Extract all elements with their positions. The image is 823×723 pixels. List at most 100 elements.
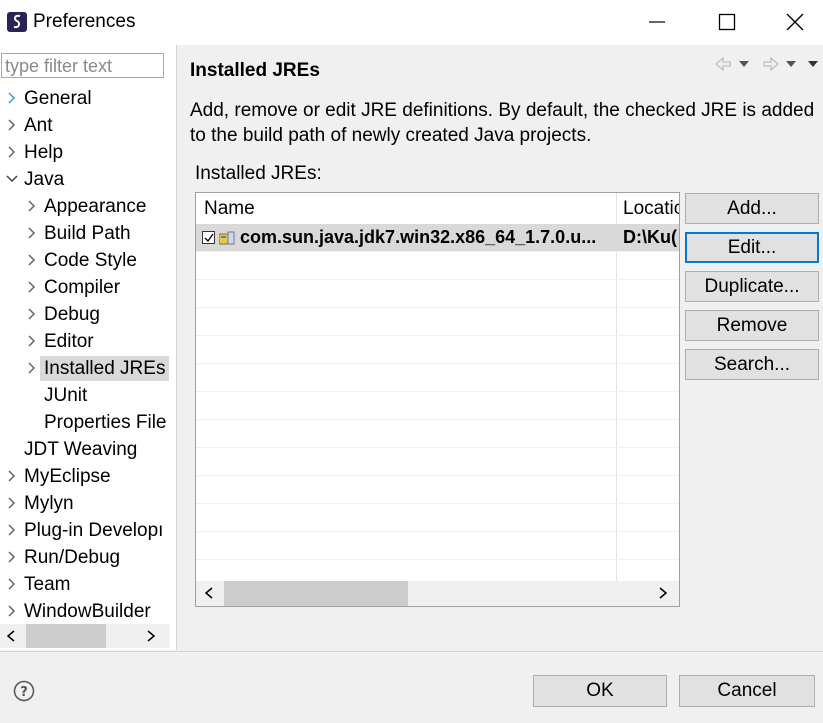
window-title: Preferences [33, 11, 136, 32]
edit-button[interactable]: Edit... [685, 232, 819, 263]
tree-item-properties-file[interactable]: Properties File [0, 410, 170, 435]
table-row-empty [196, 420, 679, 448]
tree-item-label: Team [24, 574, 71, 595]
tree-item-label: Mylyn [24, 493, 74, 514]
ok-button[interactable]: OK [533, 675, 667, 707]
jre-location-cell: D:\Ku( [623, 227, 677, 247]
tree-item-editor[interactable]: Editor [0, 329, 170, 354]
help-icon[interactable]: ? [13, 680, 35, 702]
close-button[interactable] [765, 0, 823, 45]
chevron-right-icon[interactable] [26, 194, 38, 219]
tree-item-plug-in-develop-[interactable]: Plug-in Developı [0, 518, 170, 543]
filter-input[interactable]: type filter text [1, 53, 164, 78]
preference-tree-pane: type filter text General Ant Help Java Appea… [0, 45, 177, 650]
chevron-right-icon[interactable] [26, 248, 38, 273]
column-header-name[interactable]: Name [204, 198, 255, 220]
minimize-button[interactable] [627, 0, 687, 45]
history-navigation [713, 54, 818, 74]
close-icon [786, 13, 804, 31]
tree-item-compiler[interactable]: Compiler [0, 275, 170, 300]
chevron-right-icon[interactable] [6, 545, 18, 570]
tree-item-label: Run/Debug [24, 547, 121, 568]
chevron-right-icon[interactable] [26, 302, 38, 327]
tree-item-label: JDT Weaving [24, 439, 138, 460]
tree-item-label: Help [24, 142, 64, 163]
tree-item-debug[interactable]: Debug [0, 302, 170, 327]
tree-item-jdt-weaving[interactable]: JDT Weaving [0, 437, 170, 462]
chevron-down-icon[interactable] [6, 167, 18, 192]
table-row-empty [196, 308, 679, 336]
tree-item-code-style[interactable]: Code Style [0, 248, 170, 273]
tree-item-label: JUnit [44, 385, 88, 406]
tree-item-label: Code Style [44, 250, 137, 271]
tree-item-label: General [24, 88, 92, 109]
minimize-icon [649, 21, 665, 23]
remove-button[interactable]: Remove [685, 310, 819, 341]
jre-table[interactable]: Name Locatic com.sun.java.jdk7.win32.x86… [195, 192, 680, 607]
table-horizontal-scrollbar[interactable] [196, 581, 679, 606]
add-button[interactable]: Add... [685, 193, 819, 224]
jre-checkbox[interactable] [202, 231, 215, 244]
tree-item-label: Compiler [44, 277, 121, 298]
table-row-empty [196, 252, 679, 280]
tree-item-run-debug[interactable]: Run/Debug [0, 545, 170, 570]
tree-item-installed-jres[interactable]: Installed JREs [0, 356, 170, 381]
chevron-right-icon[interactable] [6, 572, 18, 597]
svg-text:?: ? [20, 685, 28, 700]
tree-item-junit[interactable]: JUnit [0, 383, 170, 408]
chevron-right-icon[interactable] [6, 491, 18, 516]
back-forward-icon[interactable] [713, 54, 818, 74]
maximize-icon [718, 13, 736, 31]
tree-item-label: Debug [44, 304, 100, 325]
tree-item-label: MyEclipse [24, 466, 111, 487]
tree-item-label: Properties File [44, 412, 167, 433]
tree-item-build-path[interactable]: Build Path [0, 221, 170, 246]
chevron-right-icon[interactable] [6, 140, 18, 165]
chevron-right-icon[interactable] [6, 464, 18, 489]
chevron-right-icon[interactable] [6, 86, 18, 111]
table-scroll-thumb[interactable] [224, 581, 408, 606]
tree-item-java[interactable]: Java [0, 167, 170, 192]
table-row-empty [196, 364, 679, 392]
scroll-left-arrow-icon[interactable] [6, 630, 16, 642]
tree-item-help[interactable]: Help [0, 140, 170, 165]
search-button[interactable]: Search... [685, 349, 819, 380]
table-row[interactable]: com.sun.java.jdk7.win32.x86_64_1.7.0.u..… [196, 224, 679, 252]
tree-item-general[interactable]: General [0, 86, 170, 111]
scroll-right-arrow-icon[interactable] [146, 630, 156, 642]
table-row-empty [196, 504, 679, 532]
chevron-right-icon[interactable] [26, 356, 38, 381]
tree-item-label: Ant [24, 115, 53, 136]
chevron-right-icon[interactable] [6, 599, 18, 624]
chevron-right-icon[interactable] [26, 221, 38, 246]
scroll-right-arrow-icon[interactable] [658, 587, 668, 599]
column-header-location[interactable]: Locatic [623, 198, 679, 220]
tree-item-label: Plug-in Developı [24, 520, 164, 541]
jre-library-icon [219, 231, 235, 245]
tree-item-appearance[interactable]: Appearance [0, 194, 170, 219]
tree-item-myeclipse[interactable]: MyEclipse [0, 464, 170, 489]
tree-item-mylyn[interactable]: Mylyn [0, 491, 170, 516]
tree-item-label: Build Path [44, 223, 131, 244]
tree-horizontal-scrollbar[interactable] [0, 624, 170, 648]
page-title: Installed JREs [190, 60, 320, 81]
table-row-empty [196, 392, 679, 420]
table-label: Installed JREs: [195, 163, 322, 184]
cancel-button[interactable]: Cancel [679, 675, 815, 707]
tree-item-windowbuilder[interactable]: WindowBuilder [0, 599, 170, 624]
chevron-right-icon[interactable] [6, 518, 18, 543]
eclipse-s-icon [7, 12, 27, 32]
tree-scroll-thumb[interactable] [26, 624, 106, 648]
tree-item-ant[interactable]: Ant [0, 113, 170, 138]
duplicate-button[interactable]: Duplicate... [685, 271, 819, 302]
maximize-button[interactable] [697, 0, 757, 45]
tree-item-label: Appearance [44, 196, 147, 217]
chevron-right-icon[interactable] [6, 113, 18, 138]
tree-item-team[interactable]: Team [0, 572, 170, 597]
scroll-left-arrow-icon[interactable] [204, 587, 214, 599]
title-bar: Preferences [0, 0, 823, 45]
chevron-right-icon[interactable] [26, 275, 38, 300]
tree-item-label: WindowBuilder [24, 601, 151, 622]
table-row-empty [196, 336, 679, 364]
chevron-right-icon[interactable] [26, 329, 38, 354]
